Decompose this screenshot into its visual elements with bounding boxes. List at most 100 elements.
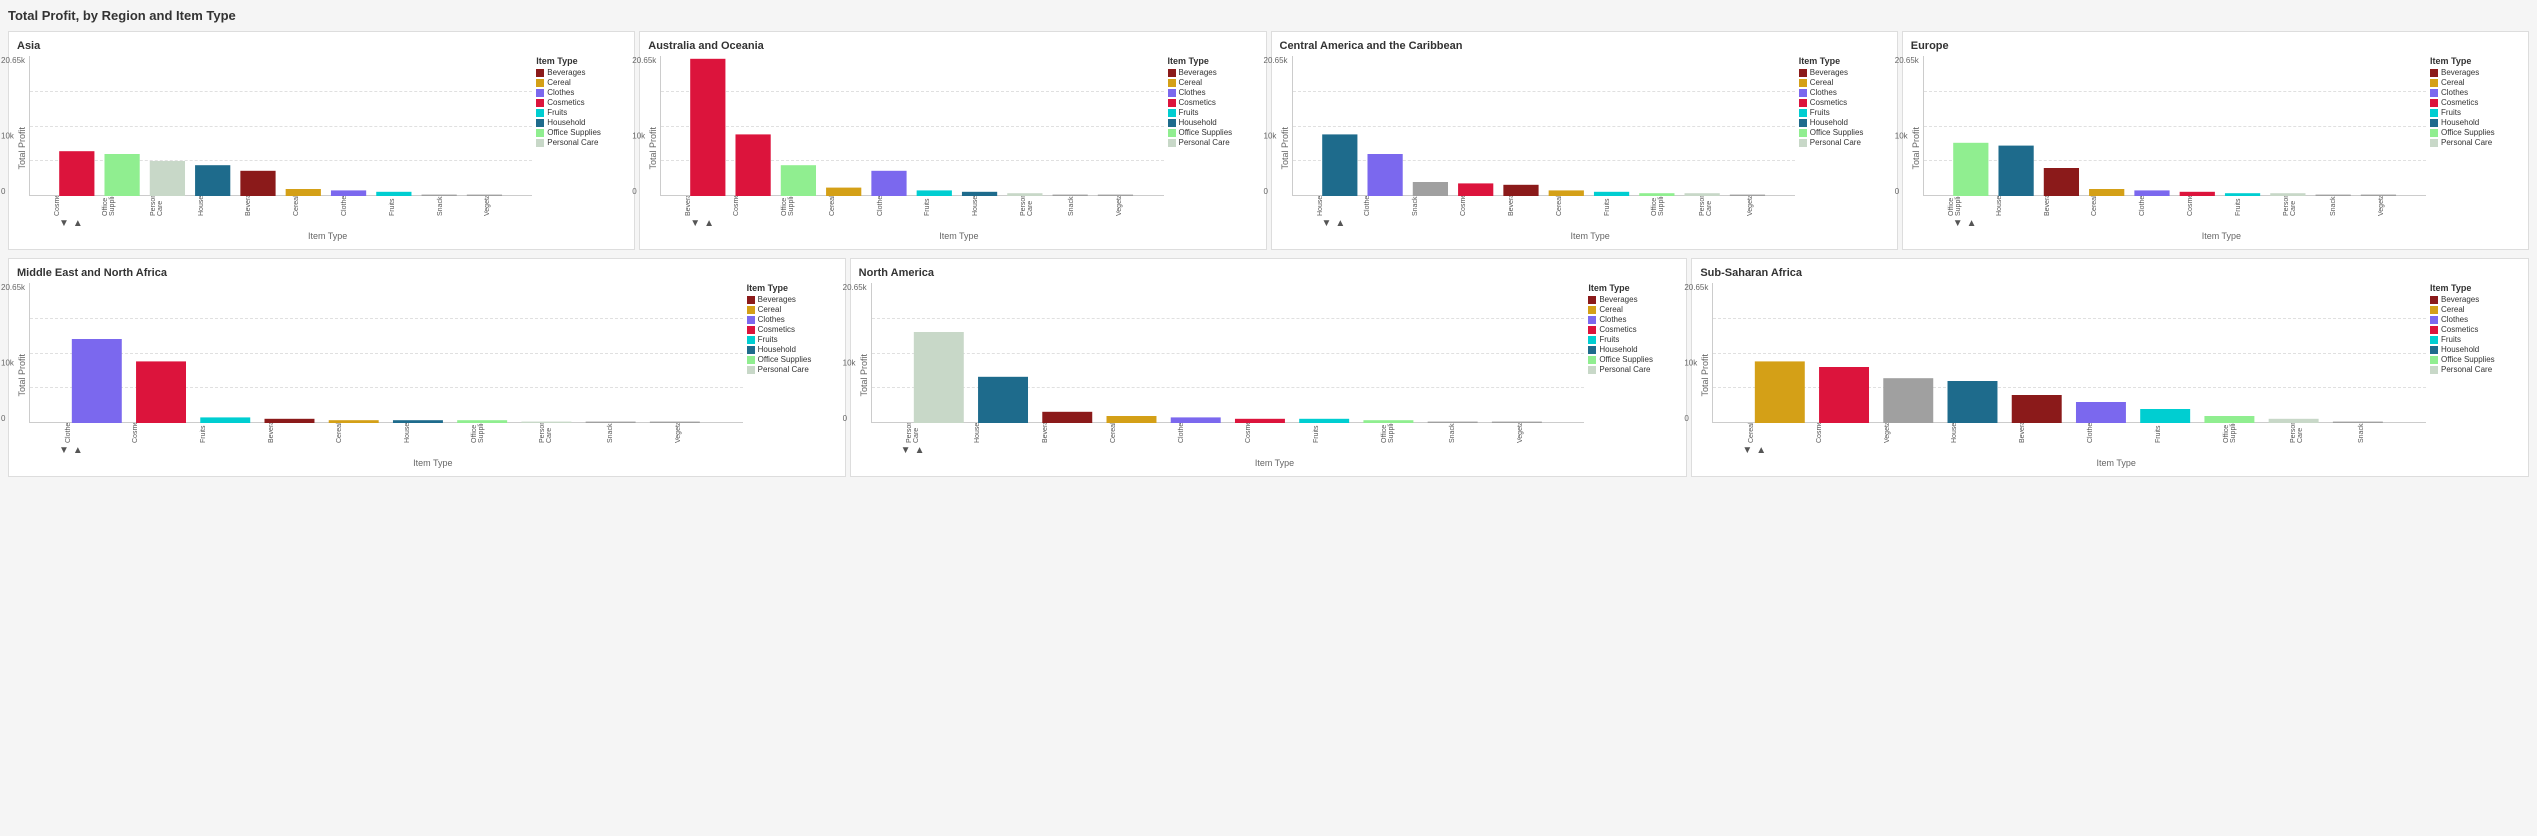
chart-panel-central-america-and-the-caribbean: Central America and the CaribbeanTotal P…	[1271, 31, 1898, 250]
legend-color-swatch	[1168, 129, 1176, 137]
sort-asc-button[interactable]: ▲	[1756, 445, 1766, 456]
legend-item-fruits: Fruits	[747, 335, 837, 344]
x-label-beverages: Beverages	[1508, 196, 1556, 216]
legend: Item TypeBeveragesCerealClothesCosmetics…	[2430, 283, 2520, 375]
x-label-vegetables: Vegetables	[1517, 423, 1585, 443]
legend-title: Item Type	[1799, 56, 1889, 66]
legend-label: Clothes	[547, 88, 574, 97]
bars-container: 20.65k10k0BeveragesCosmeticsOffice Suppl…	[660, 56, 1163, 216]
legend-item-beverages: Beverages	[536, 68, 626, 77]
x-label-vegetables: Vegetables	[675, 423, 743, 443]
legend-color-swatch	[536, 69, 544, 77]
bars-container: 20.65k10k0ClothesCosmeticsFruitsBeverage…	[29, 283, 743, 443]
legend-label: Office Supplies	[2441, 355, 2495, 364]
legend-label: Office Supplies	[2441, 128, 2495, 137]
x-label-office-supplies: Office Supplies	[781, 196, 829, 216]
legend-color-swatch	[2430, 316, 2438, 324]
x-label-clothes: Clothes	[1364, 196, 1412, 216]
axis-zero-label: 0	[1684, 414, 1688, 423]
sort-asc-button[interactable]: ▲	[1967, 218, 1977, 229]
x-label-personal-care: Personal Care	[2290, 423, 2358, 443]
sort-asc-button[interactable]: ▲	[704, 218, 714, 229]
legend-color-swatch	[2430, 336, 2438, 344]
sort-asc-button[interactable]: ▲	[73, 445, 83, 456]
x-label-cosmetics: Cosmetics	[1816, 423, 1884, 443]
legend-item-fruits: Fruits	[2430, 335, 2520, 344]
bars-svg	[1712, 283, 2426, 423]
legend-item-cosmetics: Cosmetics	[1588, 325, 1678, 334]
legend-label: Beverages	[547, 68, 585, 77]
legend-item-cosmetics: Cosmetics	[2430, 98, 2520, 107]
sort-controls: ▼▲	[1953, 218, 2520, 229]
legend-label: Personal Care	[547, 138, 598, 147]
legend-item-cereal: Cereal	[2430, 305, 2520, 314]
legend-color-swatch	[2430, 326, 2438, 334]
sort-asc-button[interactable]: ▲	[1335, 218, 1345, 229]
sort-desc-button[interactable]: ▼	[690, 218, 700, 229]
x-axis-label: Item Type	[871, 458, 1679, 468]
legend-label: Fruits	[2441, 335, 2461, 344]
x-label-snacks: Snacks	[607, 423, 675, 443]
x-axis-label: Item Type	[1292, 231, 1889, 241]
sort-desc-button[interactable]: ▼	[59, 218, 69, 229]
legend-item-cosmetics: Cosmetics	[1799, 98, 1889, 107]
legend-color-swatch	[747, 306, 755, 314]
legend: Item TypeBeveragesCerealClothesCosmetics…	[747, 283, 837, 375]
bars-container: 20.65k10k0Office SuppliesHouseholdBevera…	[1923, 56, 2426, 216]
legend-label: Fruits	[1599, 335, 1619, 344]
legend-item-fruits: Fruits	[1799, 108, 1889, 117]
chart-panel-sub-saharan-africa: Sub-Saharan AfricaTotal Profit20.65k10k0…	[1691, 258, 2529, 477]
legend-color-swatch	[536, 139, 544, 147]
legend-label: Clothes	[758, 315, 785, 324]
sort-controls: ▼▲	[1322, 218, 1889, 229]
chart-title: North America	[859, 267, 1679, 279]
sort-asc-button[interactable]: ▲	[73, 218, 83, 229]
legend-label: Cereal	[1599, 305, 1623, 314]
legend-color-swatch	[536, 129, 544, 137]
chart-panel-middle-east-and-north-africa: Middle East and North AfricaTotal Profit…	[8, 258, 846, 477]
axis-zero-label: 0	[1, 187, 5, 196]
legend-item-office-supplies: Office Supplies	[1588, 355, 1678, 364]
x-label-personal-care: Personal Care	[1699, 196, 1747, 216]
axis-max-label: 20.65k	[1264, 56, 1288, 65]
sort-desc-button[interactable]: ▼	[1742, 445, 1752, 456]
legend-item-household: Household	[1588, 345, 1678, 354]
sort-controls: ▼▲	[690, 218, 1257, 229]
legend-item-household: Household	[747, 345, 837, 354]
legend-color-swatch	[1799, 79, 1807, 87]
sort-asc-button[interactable]: ▲	[915, 445, 925, 456]
legend-item-clothes: Clothes	[1588, 315, 1678, 324]
legend-label: Cereal	[1179, 78, 1203, 87]
charts-top-grid: AsiaTotal Profit20.65k10k0CosmeticsOffic…	[8, 31, 2529, 254]
legend-item-clothes: Clothes	[747, 315, 837, 324]
chart-panel-north-america: North AmericaTotal Profit20.65k10k0Perso…	[850, 258, 1688, 477]
sort-desc-button[interactable]: ▼	[1953, 218, 1963, 229]
x-label-beverages: Beverages	[1042, 423, 1110, 443]
sort-desc-button[interactable]: ▼	[1322, 218, 1332, 229]
sort-controls: ▼▲	[59, 445, 837, 456]
axis-mid-label: 10k	[1, 359, 14, 368]
x-label-cereal: Cereal	[336, 423, 404, 443]
charts-bottom-grid: Middle East and North AfricaTotal Profit…	[8, 258, 2529, 477]
legend-label: Cosmetics	[1599, 325, 1636, 334]
chart-title: Asia	[17, 40, 626, 52]
x-label-household: Household	[404, 423, 472, 443]
legend-color-swatch	[2430, 79, 2438, 87]
legend-title: Item Type	[2430, 283, 2520, 293]
x-label-fruits: Fruits	[2155, 423, 2223, 443]
x-label-cereal: Cereal	[293, 196, 341, 216]
legend-color-swatch	[747, 326, 755, 334]
sort-desc-button[interactable]: ▼	[59, 445, 69, 456]
legend-color-swatch	[2430, 89, 2438, 97]
axis-zero-label: 0	[1895, 187, 1899, 196]
x-label-household: Household	[1951, 423, 2019, 443]
sort-desc-button[interactable]: ▼	[901, 445, 911, 456]
axis-mid-label: 10k	[1264, 132, 1277, 141]
bars-svg	[660, 56, 1163, 196]
x-label-beverages: Beverages	[268, 423, 336, 443]
bars-svg	[1292, 56, 1795, 196]
legend-color-swatch	[2430, 69, 2438, 77]
legend-label: Office Supplies	[1179, 128, 1233, 137]
legend-item-beverages: Beverages	[1168, 68, 1258, 77]
legend-item-fruits: Fruits	[1168, 108, 1258, 117]
